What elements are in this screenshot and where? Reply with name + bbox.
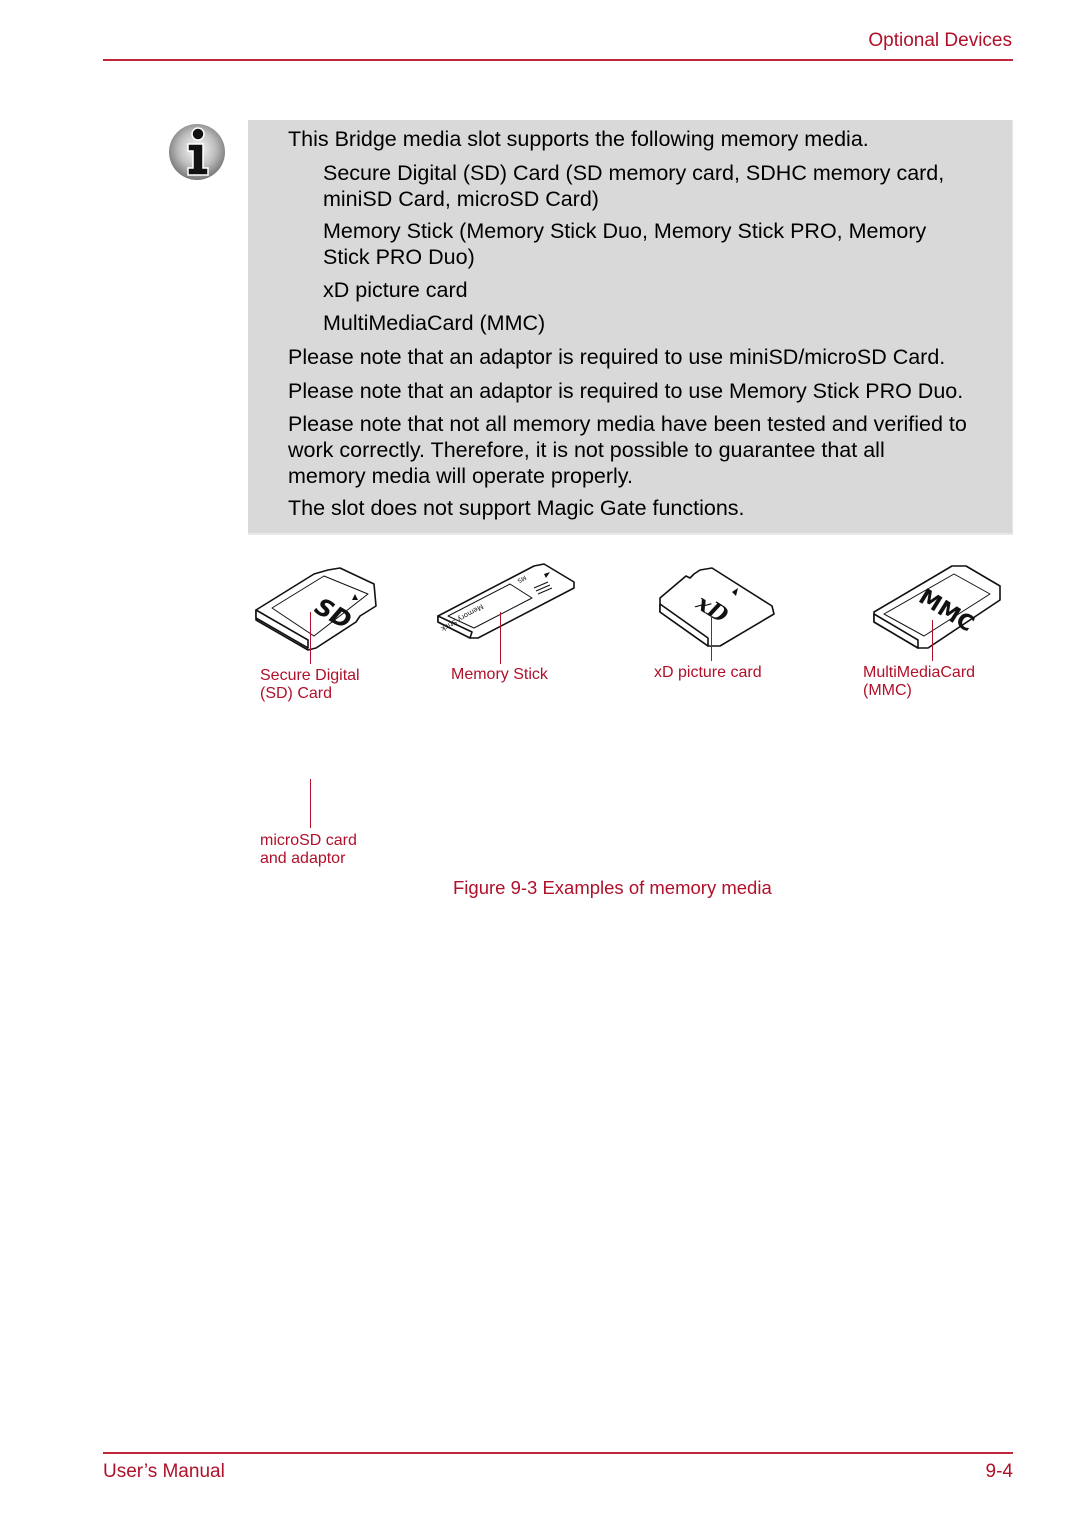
note-line: memory media will operate properly.	[288, 464, 633, 488]
label-line: Memory Stick	[451, 666, 548, 683]
note-line: Please note that not all memory media ha…	[288, 412, 967, 436]
media-item-mmc: MultiMediaCard (MMC)	[323, 310, 545, 336]
label-sd-card: Secure Digital (SD) Card	[260, 667, 360, 703]
note-line: Please note that an adaptor is required …	[288, 345, 946, 369]
note-line: work correctly. Therefore, it is not pos…	[288, 438, 885, 462]
sd-card-illustration: SD	[252, 566, 384, 652]
media-item-memory-stick: Memory Stick (Memory Stick Duo, Memory S…	[323, 218, 926, 270]
note-line: The slot does not support Magic Gate fun…	[288, 496, 745, 520]
leader-line-microsd	[310, 779, 311, 828]
memory-stick-illustration: Memory Stick MS	[436, 562, 578, 640]
media-item-sd: Secure Digital (SD) Card (SD memory card…	[323, 160, 944, 212]
label-line: and adaptor	[260, 850, 346, 867]
note-adaptor-microsd: Please note that an adaptor is required …	[288, 344, 945, 370]
mmc-illustration: MMC	[872, 564, 1004, 650]
note-magic-gate: The slot does not support Magic Gate fun…	[288, 495, 745, 521]
figure-caption: Figure 9-3 Examples of memory media	[453, 877, 772, 898]
footer-manual-title: User’s Manual	[103, 1461, 225, 1482]
label-microsd-adaptor: microSD card and adaptor	[260, 832, 357, 868]
media-item-line: Stick PRO Duo)	[323, 245, 475, 269]
label-line: xD picture card	[654, 664, 762, 681]
label-line: microSD card	[260, 832, 357, 849]
leader-line-mmc	[932, 620, 933, 661]
label-memory-stick: Memory Stick	[451, 666, 548, 684]
label-xd-card: xD picture card	[654, 664, 762, 682]
media-item-xd: xD picture card	[323, 277, 468, 303]
info-icon	[167, 122, 227, 182]
label-line: (MMC)	[863, 682, 912, 699]
label-line: MultiMediaCard	[863, 664, 976, 681]
note-not-tested: Please note that not all memory media ha…	[288, 411, 967, 489]
media-item-line: MultiMediaCard (MMC)	[323, 311, 546, 335]
media-item-line: xD picture card	[323, 278, 468, 302]
section-title: Optional Devices	[868, 30, 1012, 51]
media-item-line: miniSD Card, microSD Card)	[323, 187, 599, 211]
label-line: Secure Digital	[260, 667, 360, 684]
page-number: 9-4	[985, 1461, 1013, 1482]
leader-line-memory-stick	[500, 612, 501, 664]
note-line: Please note that an adaptor is required …	[288, 379, 964, 403]
media-item-line: Memory Stick (Memory Stick Duo, Memory S…	[323, 219, 927, 243]
leader-line-sd	[310, 612, 311, 664]
media-item-line: Secure Digital (SD) Card (SD memory card…	[323, 161, 945, 185]
footer-rule	[103, 1452, 1013, 1454]
leader-line-xd	[711, 616, 712, 661]
label-line: (SD) Card	[260, 685, 333, 702]
header-rule	[103, 59, 1013, 61]
note-adaptor-ms-pro-duo: Please note that an adaptor is required …	[288, 378, 963, 404]
label-mmc: MultiMediaCard (MMC)	[863, 664, 975, 700]
note-intro: This Bridge media slot supports the foll…	[288, 127, 869, 151]
xd-card-illustration: xD	[656, 566, 778, 648]
